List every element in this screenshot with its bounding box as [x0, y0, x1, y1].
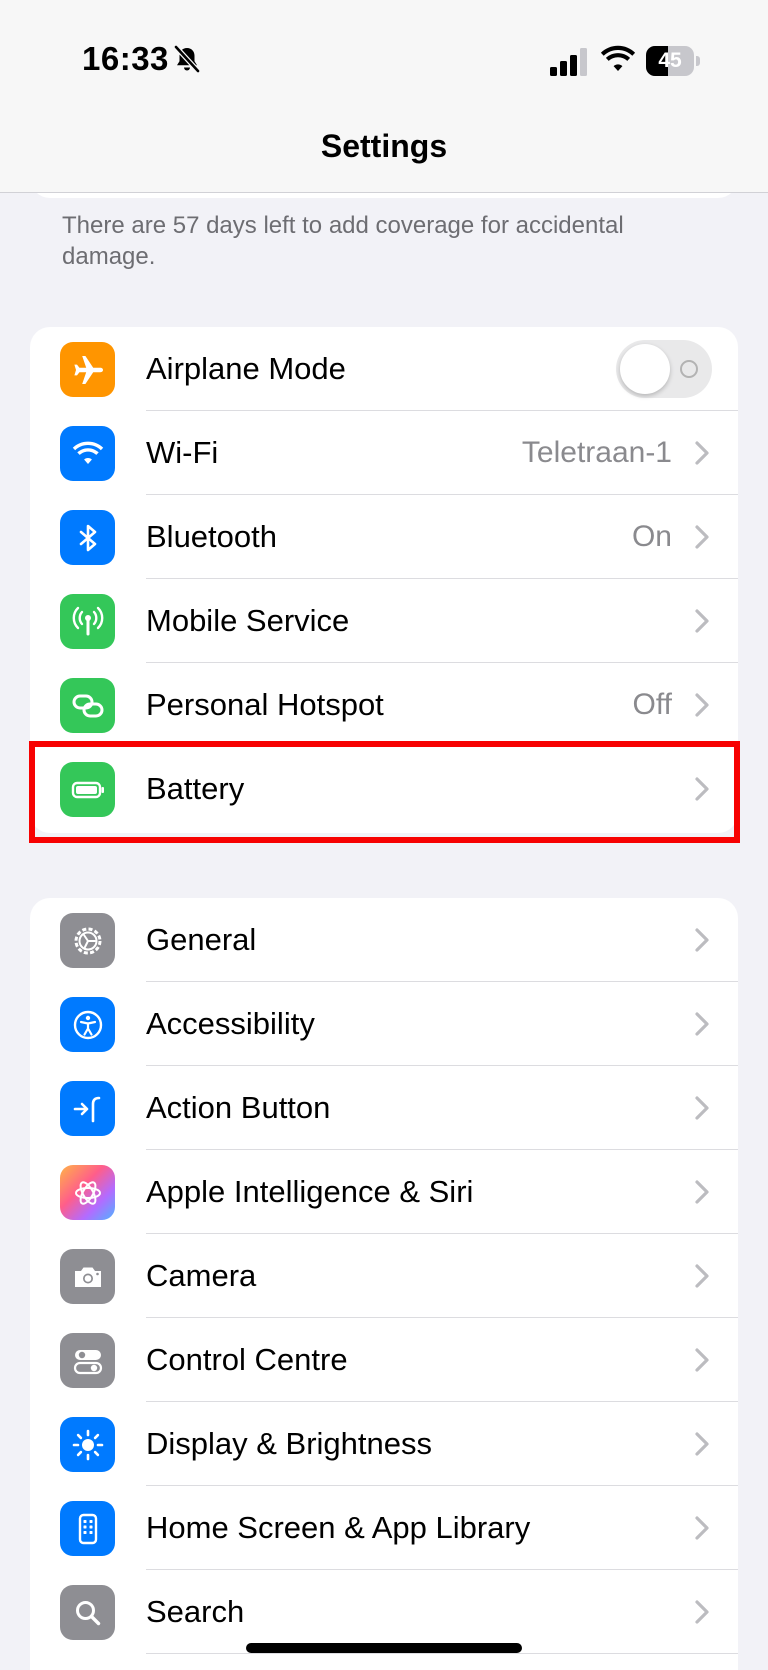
- row-display-brightness[interactable]: Display & Brightness: [30, 1402, 738, 1486]
- chevron-right-icon: [695, 1600, 709, 1624]
- row-camera[interactable]: Camera: [30, 1234, 738, 1318]
- link-icon: [60, 678, 115, 733]
- coverage-note: There are 57 days left to add coverage f…: [62, 212, 624, 270]
- accessibility-icon: [60, 997, 115, 1052]
- row-label: Accessibility: [146, 1006, 315, 1041]
- row-label: Display & Brightness: [146, 1426, 433, 1461]
- bluetooth-icon: [60, 510, 115, 565]
- toggle-off-mark: [680, 360, 698, 378]
- wifi-icon: [60, 426, 115, 481]
- chevron-right-icon: [695, 525, 709, 549]
- row-label: Control Centre: [146, 1342, 348, 1377]
- row-home-screen-app-library[interactable]: Home Screen & App Library: [30, 1486, 738, 1570]
- row-value: On: [631, 520, 672, 553]
- antenna-icon: [60, 594, 115, 649]
- battery-status-icon: 45: [646, 46, 700, 76]
- chevron-right-icon: [695, 1096, 709, 1120]
- row-label: Action Button: [146, 1090, 331, 1125]
- row-value: Off: [632, 688, 672, 721]
- row-mobile-service[interactable]: Mobile Service: [30, 579, 738, 663]
- camera-icon: [60, 1249, 115, 1304]
- toggles-icon: [60, 1333, 115, 1388]
- settings-screen: 16:33 45 Settings There are 57 days left…: [0, 0, 768, 1670]
- airplane-mode-toggle[interactable]: [616, 340, 712, 398]
- row-wifi[interactable]: Wi-Fi Teletraan-1: [30, 411, 738, 495]
- action-button-icon: [60, 1081, 115, 1136]
- gear-icon: [60, 913, 115, 968]
- row-value: Teletraan-1: [521, 436, 672, 469]
- row-airplane-mode[interactable]: Airplane Mode: [30, 327, 738, 411]
- airplane-icon: [60, 342, 115, 397]
- phone-grid-icon: [60, 1501, 115, 1556]
- row-action-button[interactable]: Action Button: [30, 1066, 738, 1150]
- status-time: 16:33: [82, 40, 169, 77]
- row-bluetooth[interactable]: Bluetooth On: [30, 495, 738, 579]
- row-label: Airplane Mode: [146, 351, 346, 386]
- row-search[interactable]: Search: [30, 1570, 738, 1654]
- navigation-header: 16:33 45 Settings: [0, 0, 768, 193]
- row-label: Search: [146, 1594, 245, 1629]
- row-label: Apple Intelligence & Siri: [146, 1174, 474, 1209]
- chevron-right-icon: [695, 1012, 709, 1036]
- row-control-centre[interactable]: Control Centre: [30, 1318, 738, 1402]
- row-divider: [146, 1653, 738, 1654]
- row-label: Home Screen & App Library: [146, 1510, 531, 1545]
- chevron-right-icon: [695, 1348, 709, 1372]
- chevron-right-icon: [695, 441, 709, 465]
- home-indicator[interactable]: [246, 1643, 522, 1653]
- row-label: Personal Hotspot: [146, 687, 384, 722]
- row-general[interactable]: General: [30, 898, 738, 982]
- bell-slash-icon: [174, 45, 200, 73]
- cellular-signal-icon: [550, 48, 587, 76]
- chevron-right-icon: [695, 693, 709, 717]
- chevron-right-icon: [695, 928, 709, 952]
- row-label: Bluetooth: [146, 519, 277, 554]
- magnifier-icon: [60, 1585, 115, 1640]
- general-group: General Accessibility Action Button Appl…: [30, 898, 738, 1670]
- apple-intelligence-icon: [60, 1165, 115, 1220]
- battery-highlight-box: [29, 741, 740, 843]
- chevron-right-icon: [695, 1516, 709, 1540]
- row-label: Wi-Fi: [146, 435, 219, 470]
- battery-status-nub: [696, 56, 700, 66]
- row-accessibility[interactable]: Accessibility: [30, 982, 738, 1066]
- page-title: Settings: [320, 128, 448, 164]
- chevron-right-icon: [695, 1264, 709, 1288]
- row-label: General: [146, 922, 257, 957]
- toggle-knob: [620, 344, 670, 394]
- chevron-right-icon: [695, 609, 709, 633]
- row-apple-intelligence-siri[interactable]: Apple Intelligence & Siri: [30, 1150, 738, 1234]
- chevron-right-icon: [695, 1180, 709, 1204]
- sun-icon: [60, 1417, 115, 1472]
- wifi-status-icon: [600, 45, 636, 71]
- row-label: Camera: [146, 1258, 257, 1293]
- row-personal-hotspot[interactable]: Personal Hotspot Off: [30, 663, 738, 747]
- battery-percent: 45: [658, 49, 682, 72]
- chevron-right-icon: [695, 1432, 709, 1456]
- row-label: Mobile Service: [146, 603, 350, 638]
